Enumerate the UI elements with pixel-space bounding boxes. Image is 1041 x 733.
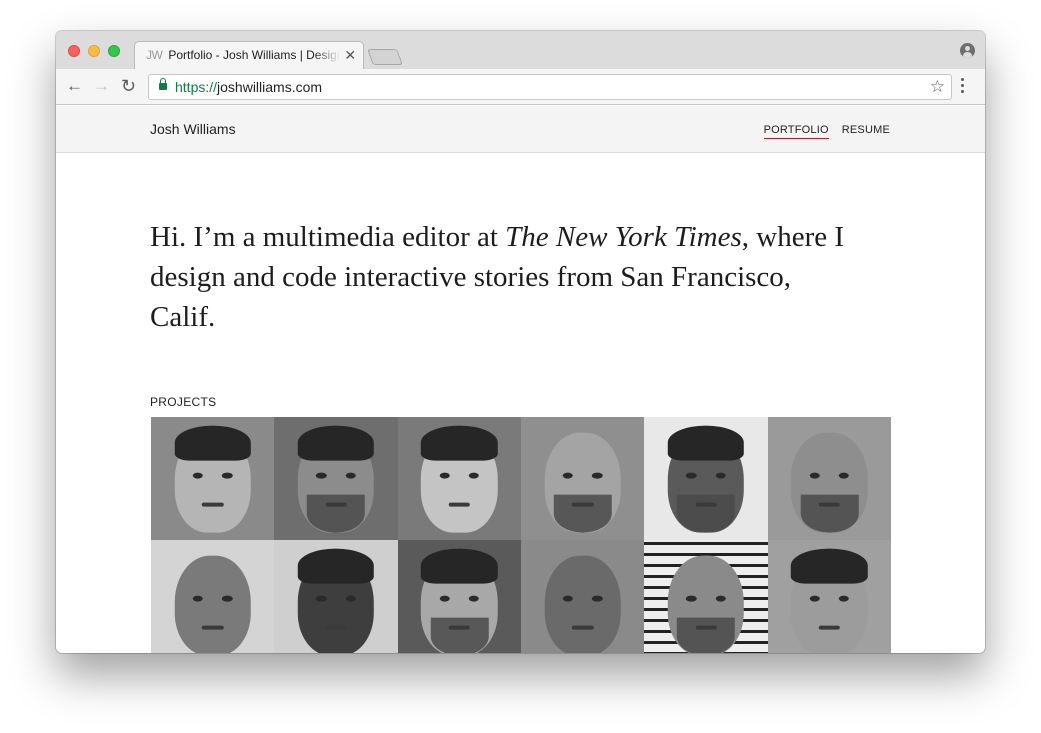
url-protocol: https:// <box>175 79 218 95</box>
portrait-mouth <box>448 502 471 507</box>
portrait-eyes <box>439 595 480 602</box>
portrait-eyes <box>316 472 356 479</box>
portrait-eyes <box>192 595 233 602</box>
intro-text: Hi. I’m a multimedia editor at The New Y… <box>150 217 850 337</box>
projects-grid <box>151 417 891 653</box>
nav-resume-link[interactable]: RESUME <box>842 124 890 139</box>
portrait-mouth <box>695 502 717 507</box>
site-nav: PORTFOLIO RESUME <box>763 124 890 139</box>
portrait-eyes <box>192 472 233 479</box>
portrait-eyes <box>686 472 726 479</box>
portrait-hair <box>791 549 868 584</box>
tab-title: Portfolio - Josh Williams | Designer <box>168 48 341 62</box>
portrait-image <box>791 432 868 533</box>
portrait-beard <box>430 617 489 653</box>
portrait-mouth <box>571 502 594 507</box>
project-tile[interactable] <box>767 417 891 540</box>
portrait-image <box>791 549 868 653</box>
new-tab-button[interactable] <box>367 49 403 65</box>
portrait-eyes <box>809 472 850 479</box>
browser-window: JW Portfolio - Josh Williams | Designer … <box>56 31 985 653</box>
portrait-hair <box>297 549 375 584</box>
portrait-hair <box>421 426 498 461</box>
site-header: Josh Williams PORTFOLIO RESUME <box>56 106 985 153</box>
tab-strip: JW Portfolio - Josh Williams | Designer … <box>56 31 985 69</box>
project-tile[interactable] <box>644 417 768 540</box>
portrait-image <box>544 432 621 533</box>
portrait-mouth <box>571 625 594 630</box>
portrait-image <box>174 555 251 653</box>
nav-portfolio-link[interactable]: PORTFOLIO <box>763 124 829 139</box>
portrait-beard <box>676 494 736 533</box>
project-tile[interactable] <box>151 540 275 653</box>
portrait-mouth <box>201 502 224 507</box>
project-tile[interactable] <box>274 540 398 653</box>
project-tile[interactable] <box>521 540 645 653</box>
portrait-eyes <box>809 595 850 602</box>
portrait-mouth <box>818 625 841 630</box>
project-tile[interactable] <box>767 540 891 653</box>
back-arrow-icon[interactable]: ← <box>66 77 83 95</box>
portrait-image <box>544 555 621 653</box>
portrait-hair <box>174 426 251 461</box>
project-tile[interactable] <box>397 540 521 653</box>
portrait-image <box>421 549 498 653</box>
portrait-mouth <box>325 502 347 507</box>
address-bar[interactable]: https://joshwilliams.com ☆ <box>148 74 952 100</box>
portrait-hair <box>421 549 498 584</box>
portrait-mouth <box>201 625 224 630</box>
browser-toolbar: ← → ↻ https://joshwilliams.com ☆ <box>56 69 985 105</box>
project-tile[interactable] <box>397 417 521 540</box>
project-tile[interactable] <box>521 417 645 540</box>
portrait-hair <box>297 426 375 461</box>
project-tile[interactable] <box>151 417 275 540</box>
portrait-eyes <box>562 595 603 602</box>
portrait-mouth <box>818 502 841 507</box>
close-window-button[interactable] <box>68 45 80 57</box>
reload-icon[interactable]: ↻ <box>121 77 136 95</box>
portrait-eyes <box>686 595 726 602</box>
tab-content[interactable]: JW Portfolio - Josh Williams | Designer … <box>142 41 362 69</box>
favicon-icon: JW <box>146 48 163 62</box>
portrait-image <box>174 426 251 533</box>
site-name-link[interactable]: Josh Williams <box>150 121 236 137</box>
portrait-beard <box>676 617 736 653</box>
projects-heading: PROJECTS <box>150 395 217 409</box>
portrait-beard <box>306 494 366 533</box>
lock-icon <box>159 78 167 90</box>
portrait-eyes <box>562 472 603 479</box>
intro-publication: The New York Times <box>505 221 742 253</box>
minimize-window-button[interactable] <box>88 45 100 57</box>
portrait-image <box>297 549 375 653</box>
portrait-image <box>667 426 745 533</box>
forward-arrow-icon[interactable]: → <box>93 77 110 95</box>
portrait-image <box>297 426 375 533</box>
profile-icon[interactable] <box>960 43 975 58</box>
intro-part1: Hi. I’m a multimedia editor at <box>150 221 506 253</box>
portrait-eyes <box>316 595 356 602</box>
more-menu-icon[interactable] <box>961 78 965 96</box>
project-tile[interactable] <box>274 417 398 540</box>
portrait-beard <box>553 494 612 533</box>
url-host: joshwilliams.com <box>217 79 323 95</box>
portrait-hair <box>667 426 745 461</box>
project-tile[interactable] <box>644 540 768 653</box>
portrait-image <box>667 555 745 653</box>
portrait-mouth <box>448 625 471 630</box>
maximize-window-button[interactable] <box>108 45 120 57</box>
portrait-mouth <box>695 625 717 630</box>
close-tab-icon[interactable]: ✕ <box>344 47 356 64</box>
portrait-eyes <box>439 472 480 479</box>
bookmark-star-icon[interactable]: ☆ <box>930 77 945 97</box>
portrait-beard <box>800 494 859 533</box>
portrait-image <box>421 426 498 533</box>
url-text[interactable]: https://joshwilliams.com <box>175 79 322 95</box>
portrait-mouth <box>325 625 347 630</box>
